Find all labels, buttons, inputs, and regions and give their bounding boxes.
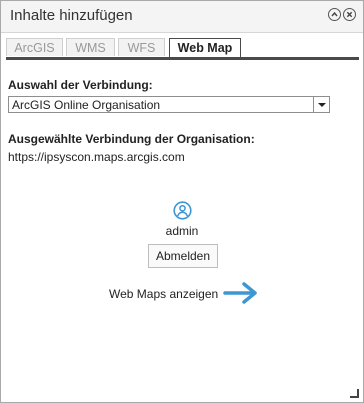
org-connection-label: Ausgewählte Verbindung der Organisation: — [8, 132, 255, 146]
tab-wfs[interactable]: WFS — [118, 38, 165, 56]
arrow-right-icon[interactable] — [223, 281, 259, 305]
user-icon — [173, 201, 192, 220]
collapse-icon[interactable] — [328, 8, 341, 21]
tab-bar: ArcGIS WMS WFS Web Map — [6, 38, 359, 60]
logout-button[interactable]: Abmelden — [148, 244, 218, 268]
chevron-down-icon[interactable] — [313, 97, 329, 112]
org-url: https://ipsyscon.maps.arcgis.com — [8, 150, 185, 164]
show-web-maps-link[interactable]: Web Maps anzeigen — [109, 281, 269, 307]
connection-select-value: ArcGIS Online Organisation — [12, 98, 161, 112]
resize-handle[interactable] — [350, 389, 359, 398]
tab-web-map[interactable]: Web Map — [169, 38, 241, 57]
window-title: Inhalte hinzufügen — [10, 7, 133, 24]
title-bar[interactable]: Inhalte hinzufügen — [1, 1, 363, 33]
username: admin — [165, 224, 199, 238]
connection-select[interactable]: ArcGIS Online Organisation — [8, 96, 330, 113]
connection-label: Auswahl der Verbindung: — [8, 78, 153, 92]
add-content-panel: Inhalte hinzufügen ArcGIS WMS WFS Web Ma… — [0, 0, 364, 403]
tab-wms[interactable]: WMS — [66, 38, 115, 56]
show-web-maps-label: Web Maps anzeigen — [109, 287, 219, 301]
tab-arcgis[interactable]: ArcGIS — [6, 38, 63, 56]
close-icon[interactable] — [343, 8, 356, 21]
